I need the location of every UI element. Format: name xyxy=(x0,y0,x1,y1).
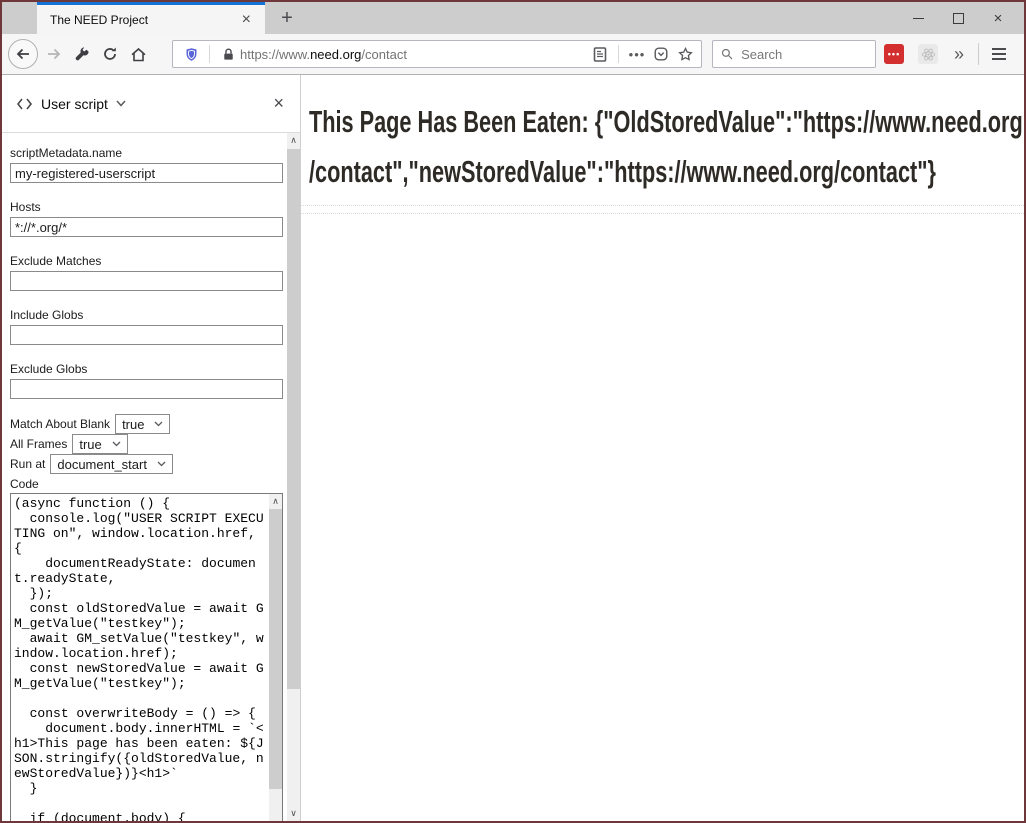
match-about-blank-row: Match About Blank true xyxy=(10,414,300,434)
url-text[interactable]: https://www.need.org/contact xyxy=(240,47,588,62)
exclude-globs-input[interactable] xyxy=(10,379,283,399)
code-editor[interactable]: (async function () { console.log("USER S… xyxy=(10,493,283,821)
all-frames-row: All Frames true xyxy=(10,434,300,454)
hamburger-icon xyxy=(992,48,1006,50)
toolbar-separator xyxy=(978,43,979,65)
heading-line-2: /contact","newStoredValue":"https://www.… xyxy=(309,147,936,197)
atom-icon xyxy=(921,47,936,62)
urlbar-separator-2 xyxy=(618,45,619,63)
reload-button[interactable] xyxy=(96,40,124,68)
back-arrow-icon xyxy=(15,46,31,62)
scroll-down-icon[interactable]: ∨ xyxy=(287,806,300,821)
window-controls: × xyxy=(898,2,1018,34)
new-tab-button[interactable]: + xyxy=(273,2,301,34)
reload-icon xyxy=(102,46,118,62)
match-about-blank-select[interactable]: true xyxy=(115,414,170,434)
heading-underline xyxy=(301,205,1024,206)
wrench-icon xyxy=(74,46,90,62)
scroll-up-icon[interactable]: ∧ xyxy=(269,494,282,509)
heading-line-1: This Page Has Been Eaten: {"OldStoredVal… xyxy=(309,97,1023,147)
page-content: This Page Has Been Eaten: {"OldStoredVal… xyxy=(301,75,1024,821)
select-chevron-icon xyxy=(112,441,121,447)
home-button[interactable] xyxy=(124,40,152,68)
lock-icon[interactable] xyxy=(216,42,240,66)
heading-wrap: This Page Has Been Eaten: {"OldStoredVal… xyxy=(301,75,1024,205)
forward-button[interactable] xyxy=(40,40,68,68)
urlbar-separator xyxy=(209,45,210,63)
tab-strip: The NEED Project × + × xyxy=(2,2,1024,34)
code-scrollbar-thumb[interactable] xyxy=(269,509,282,789)
url-prefix: https://www. xyxy=(240,47,310,62)
tab-close-icon[interactable]: × xyxy=(236,11,257,29)
script-name-input[interactable] xyxy=(10,163,283,183)
field-label-hosts: Hosts xyxy=(10,200,300,214)
lastpass-dots-icon: ••• xyxy=(888,49,900,59)
all-frames-value: true xyxy=(79,437,101,452)
field-label-code: Code xyxy=(10,477,300,491)
search-input[interactable] xyxy=(741,47,867,62)
react-devtools-extension-button[interactable] xyxy=(918,44,938,64)
sidebar-title: User script xyxy=(41,96,108,112)
minimize-button[interactable] xyxy=(898,2,938,34)
reader-mode-icon[interactable] xyxy=(588,42,612,66)
code-brackets-icon xyxy=(16,97,33,111)
heading-underline xyxy=(301,213,1024,214)
search-icon xyxy=(721,47,733,61)
minimize-icon xyxy=(913,18,924,19)
window-close-button[interactable]: × xyxy=(978,2,1018,34)
run-at-row: Run at document_start xyxy=(10,454,300,474)
include-globs-input[interactable] xyxy=(10,325,283,345)
sidebar-scrollbar[interactable]: ∧ ∨ xyxy=(287,133,300,821)
sidebar-switcher-chevron-icon[interactable] xyxy=(116,100,126,107)
page-actions-icon[interactable]: ••• xyxy=(625,42,649,66)
maximize-icon xyxy=(953,13,964,24)
match-about-blank-value: true xyxy=(122,417,144,432)
scroll-up-icon[interactable]: ∧ xyxy=(287,133,300,148)
sidebar-scrollbar-thumb[interactable] xyxy=(287,149,300,689)
content-area: User script × scriptMetadata.name Hosts … xyxy=(2,75,1024,821)
hosts-input[interactable] xyxy=(10,217,283,237)
overflow-menu-button[interactable]: » xyxy=(948,44,970,65)
match-about-blank-label: Match About Blank xyxy=(10,417,110,431)
url-path: /contact xyxy=(361,47,407,62)
search-box[interactable] xyxy=(712,40,876,68)
field-label-exclude-globs: Exclude Globs xyxy=(10,362,300,376)
wrench-button[interactable] xyxy=(68,40,96,68)
maximize-button[interactable] xyxy=(938,2,978,34)
all-frames-select[interactable]: true xyxy=(72,434,127,454)
exclude-matches-input[interactable] xyxy=(10,271,283,291)
userscript-sidebar: User script × scriptMetadata.name Hosts … xyxy=(2,75,301,821)
field-label-exclude-matches: Exclude Matches xyxy=(10,254,300,268)
code-text[interactable]: (async function () { console.log("USER S… xyxy=(11,494,282,821)
browser-window: The NEED Project × + × xyxy=(0,0,1026,823)
field-label-include-globs: Include Globs xyxy=(10,308,300,322)
page-heading: This Page Has Been Eaten: {"OldStoredVal… xyxy=(309,97,1016,197)
tab-the-need-project[interactable]: The NEED Project × xyxy=(37,2,265,34)
home-icon xyxy=(130,46,147,63)
tracking-protection-shield-icon[interactable] xyxy=(179,42,203,66)
url-bar[interactable]: https://www.need.org/contact ••• xyxy=(172,40,702,68)
sidebar-header: User script × xyxy=(2,75,300,133)
tab-title: The NEED Project xyxy=(50,13,236,27)
url-host: need.org xyxy=(310,47,361,62)
run-at-value: document_start xyxy=(57,457,147,472)
navigation-toolbar: https://www.need.org/contact ••• ••• » xyxy=(2,34,1024,75)
hamburger-menu-button[interactable] xyxy=(985,40,1013,68)
pocket-icon[interactable] xyxy=(649,42,673,66)
all-frames-label: All Frames xyxy=(10,437,67,451)
lastpass-extension-button[interactable]: ••• xyxy=(884,44,904,64)
code-editor-scrollbar[interactable]: ∧ ∨ xyxy=(269,494,282,821)
sidebar-close-icon[interactable]: × xyxy=(267,93,290,114)
sidebar-form: scriptMetadata.name Hosts Exclude Matche… xyxy=(2,133,300,821)
run-at-select[interactable]: document_start xyxy=(50,454,173,474)
select-chevron-icon xyxy=(154,421,163,427)
forward-arrow-icon xyxy=(46,46,62,62)
run-at-label: Run at xyxy=(10,457,45,471)
back-button[interactable] xyxy=(8,39,38,69)
field-label-script-name: scriptMetadata.name xyxy=(10,146,300,160)
select-chevron-icon xyxy=(157,461,166,467)
bookmark-star-icon[interactable] xyxy=(673,42,697,66)
